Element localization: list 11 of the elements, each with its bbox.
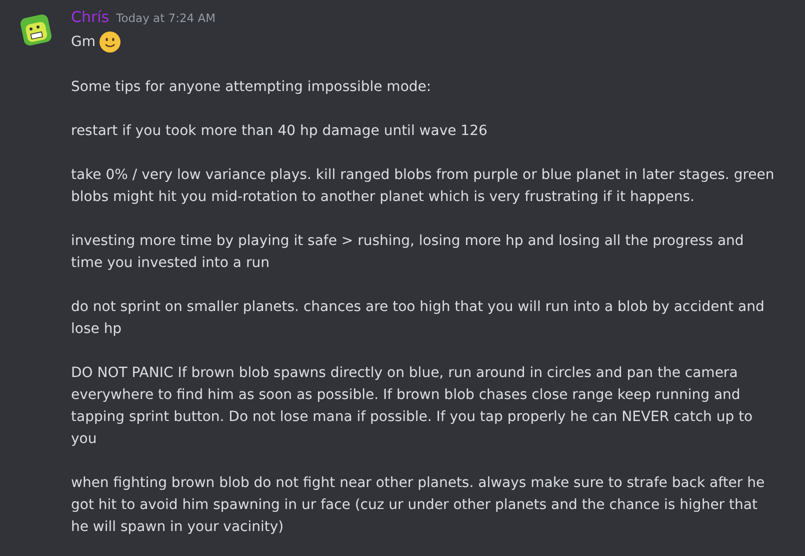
timestamp: Today at 7:24 AM: [116, 11, 216, 25]
message-text: restart if you took more than 40 hp damage until wave 126: [71, 122, 488, 141]
message-text: DO NOT PANIC If brown blob spawns directly on blue, run around in circles and pan the camera everywhere to find him as soon as possible. If brown blob chases close range keep running and tapping sprint button. Do not lose mana if possible. If you tap properly he can NEVER catch up to you: [71, 364, 754, 449]
message-text: when fighting brown blob do not fight near other planets. always make sure to strafe back after he got hit to avoid him spawning in ur face (cuz ur under other planets and the chance is higher that he will spawn in your vacinity): [71, 474, 766, 537]
message-text: investing more time by playing it safe > rushing, losing more hp and losing all the progress and time you invested into a run: [71, 232, 745, 273]
smiley-icon: [98, 31, 120, 53]
author-name[interactable]: Chrís: [71, 8, 110, 26]
message-text: do not sprint on smaller planets. chances are too high that you will run into a blob by accident and lose hp: [71, 298, 766, 339]
message-text: Gm: [71, 34, 96, 50]
message-text: Some tips for anyone attempting impossible mode:: [71, 78, 432, 97]
message-text: take 0% / very low variance plays. kill ranged blobs from purple or blue planet in later stages. green blobs might hit you mid-rotation to another planet which is very frustrating if it happens.: [71, 166, 776, 207]
